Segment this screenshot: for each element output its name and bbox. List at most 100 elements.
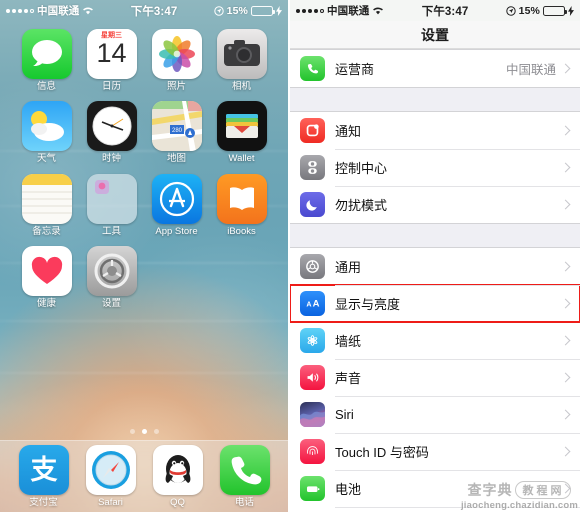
settings-row-carrier[interactable]: 运营商 中国联通 [290, 50, 580, 87]
settings-row-label: 墙纸 [335, 334, 362, 349]
app-label: Safari [98, 496, 123, 508]
app-label: App Store [155, 225, 198, 237]
chevron-right-icon [560, 372, 571, 383]
settings-group-general: 通用 A A 显示与亮度 墙纸 声音 Siri Touch ID 与密码 电池 [290, 247, 580, 512]
app-wallet[interactable]: Wallet [212, 101, 272, 164]
page-dot[interactable] [153, 429, 159, 434]
dock-app-safari[interactable]: Safari [81, 444, 141, 508]
notes-icon [21, 173, 72, 224]
do-not-disturb-icon [300, 192, 325, 217]
chevron-right-icon [560, 298, 571, 309]
battery-percent-settings: 15% [518, 4, 540, 17]
dock-app-phone[interactable]: 电话 [215, 444, 275, 508]
wifi-icon [82, 6, 94, 15]
svg-text:280: 280 [171, 128, 182, 134]
notifications-icon [300, 118, 325, 143]
chevron-right-icon [560, 335, 571, 346]
app-photos[interactable]: 照片 [147, 29, 207, 92]
settings-row-display-brightness[interactable]: A A 显示与亮度 [290, 284, 580, 323]
folder-icon [86, 173, 137, 224]
location-icon [505, 5, 516, 16]
app-label: 照片 [166, 81, 186, 92]
carrier-phone-icon [300, 56, 325, 81]
dock: 支 支付宝 Safari QQ 电话 [0, 440, 288, 512]
settings-row-label: Siri [335, 407, 354, 422]
page-dot-active[interactable] [141, 429, 147, 434]
chevron-right-icon [560, 446, 571, 457]
settings-group-gap [290, 88, 580, 111]
qq-icon [152, 444, 203, 495]
app-maps[interactable]: 280 地图 [147, 101, 207, 164]
settings-row-control-center[interactable]: 控制中心 [290, 149, 580, 186]
app-ibooks[interactable]: iBooks [212, 173, 272, 237]
signal-strength-icon [296, 8, 324, 13]
settings-row-sounds[interactable]: 声音 [290, 359, 580, 396]
messages-icon [21, 29, 72, 79]
app-weather[interactable]: 天气 [17, 101, 77, 164]
settings-row-privacy[interactable]: 隐私 [290, 507, 580, 512]
chevron-right-icon [560, 483, 571, 494]
app-label: 时钟 [101, 153, 121, 165]
settings-row-label: 通知 [335, 124, 362, 139]
settings-row-do-not-disturb[interactable]: 勿扰模式 [290, 186, 580, 223]
app-settings[interactable]: 设置 [82, 246, 142, 309]
general-gear-icon [300, 254, 325, 279]
touch-id-icon [300, 439, 325, 464]
carrier-label-home: 中国联通 [37, 5, 80, 17]
settings-row-wallpaper[interactable]: 墙纸 [290, 322, 580, 359]
app-notes[interactable]: 备忘录 [17, 173, 77, 237]
wifi-icon [372, 6, 384, 15]
settings-row-notifications[interactable]: 通知 [290, 112, 580, 149]
maps-icon: 280 [151, 101, 202, 152]
wallet-icon [216, 101, 267, 152]
home-status-bar: 中国联通 下午3:47 15% [0, 0, 288, 21]
battery-icon-home [251, 5, 275, 16]
app-folder-tools[interactable]: 工具 [82, 173, 142, 237]
settings-row-label: Touch ID 与密码 [335, 445, 429, 460]
app-label: 设置 [101, 298, 121, 310]
settings-row-label: 运营商 [335, 62, 375, 77]
screenshot-root: 中国联通 下午3:47 15% 信息 星期三 14 日历 照片 相机 天气 时钟… [0, 0, 580, 512]
safari-icon [85, 444, 136, 495]
chevron-right-icon [560, 199, 571, 210]
app-label: 电话 [234, 496, 254, 508]
settings-row-siri[interactable]: Siri [290, 396, 580, 433]
carrier-label-settings: 中国联通 [327, 5, 370, 17]
svg-text:A: A [313, 299, 320, 310]
settings-status-bar: 中国联通 下午3:47 15% [290, 0, 580, 21]
health-icon [21, 246, 72, 297]
home-screen: 中国联通 下午3:47 15% 信息 星期三 14 日历 照片 相机 天气 时钟… [0, 0, 288, 512]
app-messages[interactable]: 信息 [17, 29, 77, 92]
calendar-day: 14 [96, 38, 127, 68]
appstore-icon [151, 173, 202, 224]
page-dot[interactable] [129, 429, 135, 434]
siri-icon [300, 402, 325, 427]
dock-app-qq[interactable]: QQ [148, 444, 208, 508]
page-indicator[interactable] [0, 429, 288, 434]
app-label: 天气 [36, 153, 56, 165]
settings-screen: 中国联通 下午3:47 15% 设置 运营商 中国联通 通知 控制中心 勿扰模式… [288, 0, 580, 512]
settings-row-label: 电池 [335, 482, 362, 497]
settings-row-label: 控制中心 [335, 161, 388, 176]
app-label: 地图 [166, 153, 186, 165]
app-appstore[interactable]: App Store [147, 173, 207, 237]
app-clock[interactable]: 时钟 [82, 101, 142, 164]
control-center-icon [300, 155, 325, 180]
chevron-right-icon [560, 261, 571, 272]
bolt-icon [276, 5, 282, 16]
ibooks-icon [216, 173, 267, 224]
settings-row-battery[interactable]: 电池 [290, 470, 580, 507]
app-calendar[interactable]: 星期三 14 日历 [82, 29, 142, 92]
settings-row-touch-id[interactable]: Touch ID 与密码 [290, 433, 580, 470]
chevron-right-icon [560, 162, 571, 173]
app-label: 信息 [36, 81, 56, 92]
settings-row-value: 中国联通 [505, 63, 556, 77]
app-camera[interactable]: 相机 [212, 29, 272, 92]
dock-app-alipay[interactable]: 支 支付宝 [14, 444, 74, 508]
settings-row-general[interactable]: 通用 [290, 248, 580, 285]
app-health[interactable]: 健康 [17, 246, 77, 309]
weather-icon [21, 101, 72, 152]
app-label: 相机 [231, 81, 251, 92]
app-label: iBooks [227, 225, 256, 237]
location-icon [213, 5, 224, 16]
